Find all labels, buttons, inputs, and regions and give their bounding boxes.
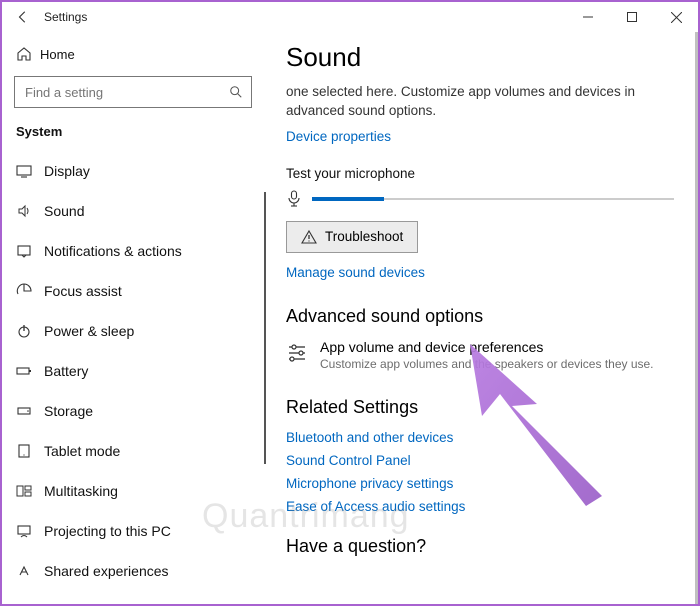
- sidebar-item-label: Storage: [44, 403, 93, 419]
- display-icon: [16, 163, 44, 179]
- page-description: one selected here. Customize app volumes…: [286, 83, 674, 121]
- microphone-privacy-link[interactable]: Microphone privacy settings: [286, 476, 674, 491]
- sidebar-item-storage[interactable]: Storage: [2, 391, 264, 431]
- search-icon: [229, 85, 243, 99]
- app-volume-sub: Customize app volumes and the speakers o…: [320, 357, 654, 371]
- projecting-icon: [16, 523, 44, 539]
- sidebar-item-projecting[interactable]: Projecting to this PC: [2, 511, 264, 551]
- sidebar-home-label: Home: [40, 47, 75, 62]
- sidebar-category: System: [2, 118, 264, 151]
- troubleshoot-button[interactable]: Troubleshoot: [286, 221, 418, 253]
- sidebar-item-sound[interactable]: Sound: [2, 191, 264, 231]
- sidebar-item-label: Battery: [44, 363, 88, 379]
- scroll-indicator: [264, 192, 266, 464]
- search-box[interactable]: [14, 76, 252, 108]
- power-icon: [16, 323, 44, 339]
- minimize-button[interactable]: [566, 2, 610, 32]
- notifications-icon: [16, 243, 44, 259]
- sidebar-item-label: Projecting to this PC: [44, 523, 171, 539]
- bluetooth-link[interactable]: Bluetooth and other devices: [286, 430, 674, 445]
- close-button[interactable]: [654, 2, 698, 32]
- tablet-icon: [16, 443, 44, 459]
- sidebar-item-power-sleep[interactable]: Power & sleep: [2, 311, 264, 351]
- sidebar-item-multitasking[interactable]: Multitasking: [2, 471, 264, 511]
- sliders-icon: [286, 339, 320, 371]
- sidebar-item-label: Notifications & actions: [44, 243, 182, 259]
- sidebar-item-notifications[interactable]: Notifications & actions: [2, 231, 264, 271]
- vertical-scrollbar[interactable]: [695, 32, 698, 604]
- main-content: Sound one selected here. Customize app v…: [264, 32, 698, 604]
- related-heading: Related Settings: [286, 397, 674, 418]
- back-button[interactable]: [8, 2, 38, 32]
- search-input[interactable]: [23, 84, 229, 101]
- sidebar-item-focus-assist[interactable]: Focus assist: [2, 271, 264, 311]
- warning-icon: [301, 229, 317, 245]
- sidebar: Home System Display Sound: [2, 32, 264, 604]
- mic-level-meter: [286, 187, 674, 211]
- manage-sound-devices-link[interactable]: Manage sound devices: [286, 265, 674, 280]
- titlebar: Settings: [2, 2, 698, 32]
- sidebar-item-shared-experiences[interactable]: Shared experiences: [2, 551, 264, 591]
- sidebar-item-tablet-mode[interactable]: Tablet mode: [2, 431, 264, 471]
- shared-icon: [16, 563, 44, 579]
- advanced-heading: Advanced sound options: [286, 306, 674, 327]
- sidebar-item-label: Display: [44, 163, 90, 179]
- app-volume-title: App volume and device preferences: [320, 339, 654, 355]
- question-heading: Have a question?: [286, 536, 674, 557]
- device-properties-link[interactable]: Device properties: [286, 129, 674, 144]
- sound-icon: [16, 203, 44, 219]
- troubleshoot-label: Troubleshoot: [325, 229, 403, 244]
- storage-icon: [16, 403, 44, 419]
- multitasking-icon: [16, 483, 44, 499]
- sidebar-item-label: Focus assist: [44, 283, 122, 299]
- sidebar-item-label: Multitasking: [44, 483, 118, 499]
- mic-level-bar: [312, 198, 674, 200]
- test-mic-label: Test your microphone: [286, 166, 674, 181]
- focus-assist-icon: [16, 283, 44, 299]
- sidebar-item-label: Power & sleep: [44, 323, 134, 339]
- sidebar-item-display[interactable]: Display: [2, 151, 264, 191]
- page-title: Sound: [286, 42, 674, 73]
- sidebar-item-label: Tablet mode: [44, 443, 120, 459]
- sidebar-item-battery[interactable]: Battery: [2, 351, 264, 391]
- app-volume-preferences[interactable]: App volume and device preferences Custom…: [286, 339, 674, 371]
- sidebar-home[interactable]: Home: [2, 36, 264, 72]
- sidebar-item-label: Shared experiences: [44, 563, 169, 579]
- battery-icon: [16, 363, 44, 379]
- window-title: Settings: [38, 10, 87, 24]
- ease-of-access-audio-link[interactable]: Ease of Access audio settings: [286, 499, 674, 514]
- microphone-icon: [286, 190, 312, 208]
- sidebar-item-label: Sound: [44, 203, 84, 219]
- maximize-button[interactable]: [610, 2, 654, 32]
- home-icon: [16, 46, 40, 62]
- sound-control-panel-link[interactable]: Sound Control Panel: [286, 453, 674, 468]
